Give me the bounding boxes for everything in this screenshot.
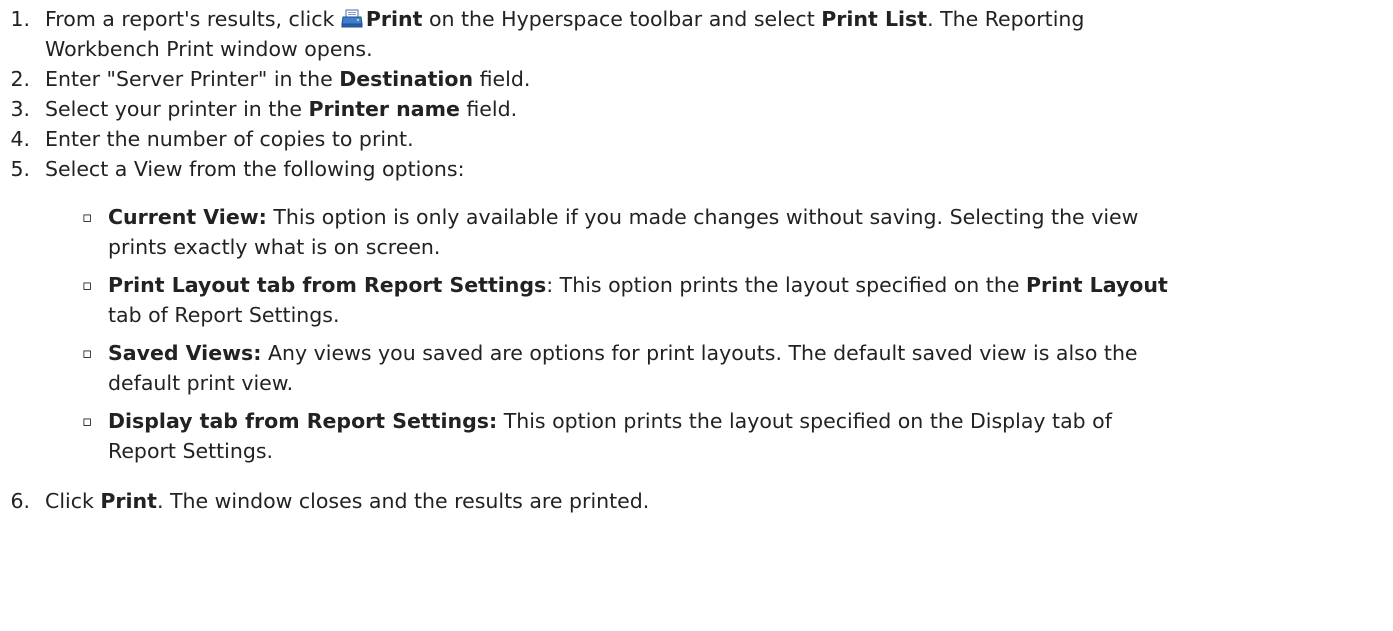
bold-term: Print (365, 7, 423, 31)
step-text: Enter the number of copies to print. (45, 124, 414, 154)
step-number: 6. (10, 489, 30, 513)
step-text: Select a View from the following options… (45, 154, 464, 184)
printer-icon (341, 7, 363, 28)
text-run: field. (473, 67, 531, 91)
step-number: 2. (10, 67, 30, 91)
text-run: Click (45, 489, 101, 513)
text-run: Enter "Server Printer" in the (45, 67, 340, 91)
step-number: 1. (10, 7, 30, 31)
text-run: Workbench Print window opens. (45, 37, 373, 61)
bold-term: Current View: (108, 205, 267, 229)
bold-term: Print Layout tab from Report Settings (108, 273, 547, 297)
step-text: Enter "Server Printer" in the Destinatio… (45, 64, 530, 94)
bold-term: Print List (821, 7, 928, 31)
option-text: Current View: This option is only availa… (108, 202, 1138, 232)
step-text: Select your printer in the Printer name … (45, 94, 517, 124)
text-run: Any views you saved are options for prin… (261, 341, 1138, 365)
text-run: From a report's results, click (45, 7, 341, 31)
text-run: . The window closes and the results are … (156, 489, 650, 513)
text-run: field. (459, 97, 518, 121)
text-run: This option prints the layout specified … (497, 409, 1112, 433)
option-text: Display tab from Report Settings: This o… (108, 406, 1112, 436)
bullet-marker-icon: ▫ (82, 344, 93, 362)
bold-term: Printer name (308, 97, 460, 121)
bold-term: Destination (339, 67, 474, 91)
step-number: 4. (10, 127, 30, 151)
text-run: . The Reporting (927, 7, 1085, 31)
bullet-marker-icon: ▫ (82, 412, 93, 430)
text-run: : This option prints the layout specifie… (546, 273, 1026, 297)
step-number: 5. (10, 157, 30, 181)
text-run: tab of Report Settings. (108, 303, 340, 327)
bold-term: Saved Views: (108, 341, 262, 365)
text-run: default print view. (108, 371, 294, 395)
text-run: Report Settings. (108, 439, 274, 463)
text-run: Select a View from the following options… (45, 157, 465, 181)
bullet-marker-icon: ▫ (82, 276, 93, 294)
text-run: This option is only available if you mad… (266, 205, 1139, 229)
bold-term: Print (100, 489, 157, 513)
step-number: 3. (10, 97, 30, 121)
step-text: Workbench Print window opens. (45, 34, 373, 64)
bold-term: Display tab from Report Settings: (108, 409, 498, 433)
option-text: prints exactly what is on screen. (108, 232, 440, 262)
step-text: From a report's results, click Print on … (45, 4, 1084, 34)
option-text: Report Settings. (108, 436, 273, 466)
option-text: tab of Report Settings. (108, 300, 339, 330)
bold-term: Print Layout (1025, 273, 1168, 297)
option-text: default print view. (108, 368, 293, 398)
step-text: Click Print. The window closes and the r… (45, 486, 649, 516)
text-run: prints exactly what is on screen. (108, 235, 441, 259)
option-text: Print Layout tab from Report Settings: T… (108, 270, 1168, 300)
bullet-marker-icon: ▫ (82, 208, 93, 226)
text-run: on the Hyperspace toolbar and select (422, 7, 822, 31)
option-text: Saved Views: Any views you saved are opt… (108, 338, 1138, 368)
text-run: Select your printer in the (45, 97, 309, 121)
text-run: Enter the number of copies to print. (45, 127, 414, 151)
